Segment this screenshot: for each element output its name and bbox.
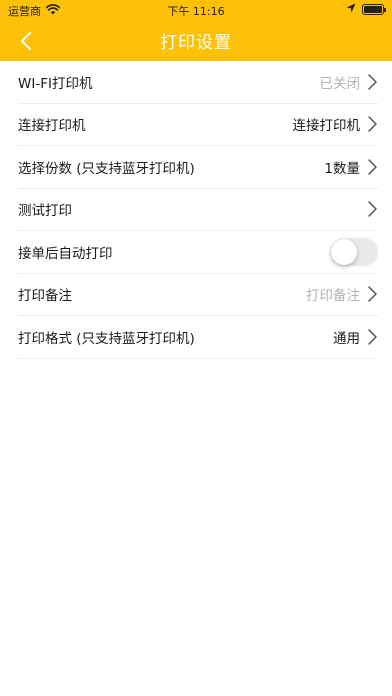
header: 运营商 下午 11:16 打印设置 — [0, 0, 392, 61]
setting-value: 1数量 — [324, 160, 360, 177]
status-time: 下午 11:16 — [167, 5, 225, 18]
auto-print-toggle[interactable] — [330, 237, 378, 266]
setting-copies[interactable]: 选择份数 (只支持蓝牙打印机) 1数量 — [18, 146, 378, 189]
setting-value: 连接打印机 — [292, 118, 361, 135]
chevron-left-icon — [21, 32, 31, 50]
navbar: 打印设置 — [0, 20, 392, 61]
setting-label: WI-FI打印机 — [18, 75, 93, 92]
back-button[interactable] — [14, 29, 38, 53]
setting-label: 打印格式 (只支持蓝牙打印机) — [18, 330, 195, 347]
battery-level — [364, 6, 382, 13]
setting-wifi-printer[interactable]: WI-FI打印机 已关闭 — [18, 61, 378, 104]
status-bar: 运营商 下午 11:16 — [0, 0, 392, 20]
setting-test-print[interactable]: 测试打印 — [18, 189, 378, 231]
setting-print-format[interactable]: 打印格式 (只支持蓝牙打印机) 通用 — [18, 316, 378, 359]
setting-connect-printer[interactable]: 连接打印机 连接打印机 — [18, 104, 378, 146]
settings-list: WI-FI打印机 已关闭 连接打印机 连接打印机 选择份数 (只支持蓝牙打印机)… — [18, 61, 378, 359]
chevron-right-icon — [368, 329, 378, 345]
setting-value: 打印备注 — [306, 288, 360, 305]
setting-value: 已关闭 — [319, 75, 361, 92]
toggle-knob — [331, 238, 357, 265]
chevron-right-icon — [368, 74, 378, 90]
setting-label: 选择份数 (只支持蓝牙打印机) — [18, 160, 195, 177]
setting-print-note[interactable]: 打印备注 打印备注 — [18, 274, 378, 316]
chevron-right-icon — [368, 116, 378, 132]
setting-label: 连接打印机 — [18, 118, 86, 135]
setting-label: 测试打印 — [18, 203, 72, 220]
status-right — [346, 3, 386, 16]
chevron-right-icon — [368, 201, 378, 217]
setting-label: 打印备注 — [18, 288, 72, 305]
setting-value: 通用 — [333, 330, 360, 347]
setting-label: 接单后自动打印 — [18, 245, 113, 262]
chevron-right-icon — [368, 286, 378, 302]
battery-icon — [362, 4, 386, 15]
location-arrow-icon — [346, 3, 356, 16]
setting-auto-print: 接单后自动打印 — [18, 231, 378, 274]
page-title: 打印设置 — [160, 33, 232, 53]
chevron-right-icon — [368, 159, 378, 175]
